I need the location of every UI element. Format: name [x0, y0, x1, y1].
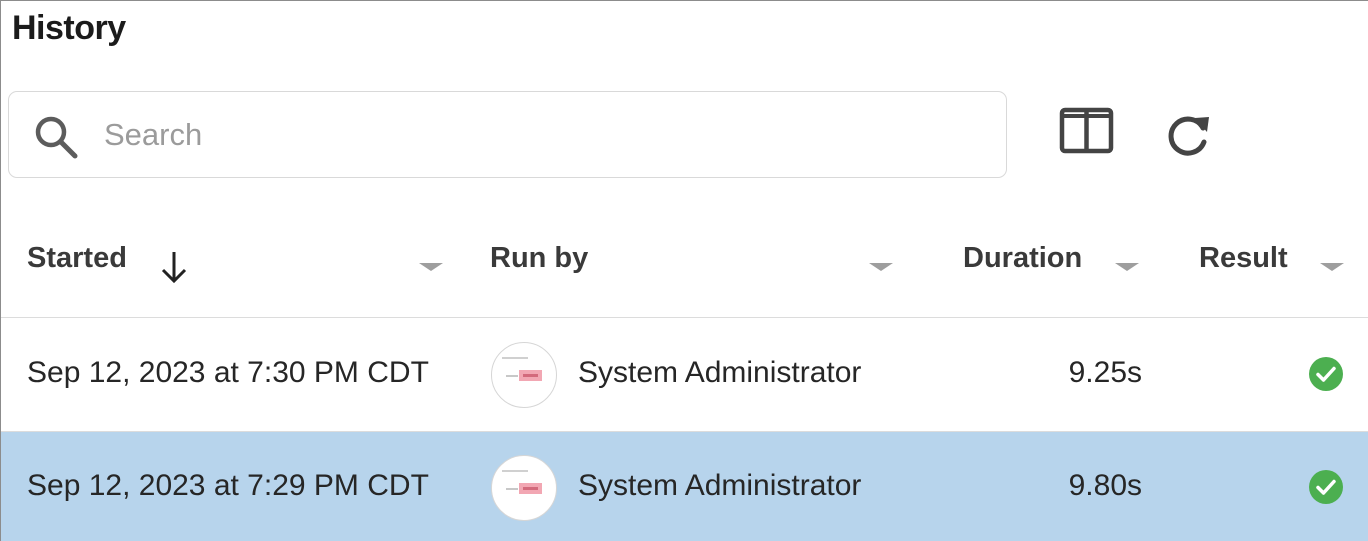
- history-panel: History Started Run by Duration R: [0, 0, 1368, 541]
- refresh-button[interactable]: [1159, 107, 1217, 163]
- avatar: [491, 455, 557, 521]
- sort-descending-icon[interactable]: [159, 249, 189, 285]
- search-box[interactable]: [8, 91, 1007, 178]
- columns-icon: [1059, 107, 1114, 154]
- column-header-run-by[interactable]: Run by: [490, 242, 588, 275]
- run-by-cell: System Administrator: [578, 356, 862, 389]
- search-icon: [35, 116, 78, 159]
- page-title: History: [12, 9, 126, 47]
- started-cell: Sep 12, 2023 at 7:29 PM CDT: [27, 469, 429, 502]
- chevron-down-icon[interactable]: [419, 263, 443, 271]
- duration-cell: 9.25s: [1068, 356, 1142, 389]
- table-row[interactable]: Sep 12, 2023 at 7:30 PM CDT System Admin…: [1, 319, 1368, 432]
- run-by-cell: System Administrator: [578, 469, 862, 502]
- chevron-down-icon[interactable]: [869, 263, 893, 271]
- refresh-icon: [1168, 116, 1209, 156]
- columns-button[interactable]: [1057, 106, 1117, 156]
- duration-cell: 9.80s: [1068, 469, 1142, 502]
- chevron-down-icon[interactable]: [1115, 263, 1139, 271]
- avatar: [491, 342, 557, 408]
- column-header-duration[interactable]: Duration: [963, 242, 1082, 275]
- success-check-icon: [1309, 357, 1343, 391]
- started-cell: Sep 12, 2023 at 7:30 PM CDT: [27, 356, 429, 389]
- success-check-icon: [1309, 470, 1343, 504]
- column-header-started[interactable]: Started: [27, 242, 127, 275]
- column-header-result[interactable]: Result: [1199, 242, 1288, 275]
- table-row[interactable]: Sep 12, 2023 at 7:29 PM CDT System Admin…: [1, 432, 1368, 541]
- chevron-down-icon[interactable]: [1320, 263, 1344, 271]
- search-input[interactable]: [104, 110, 964, 160]
- table-header: Started Run by Duration Result: [1, 201, 1368, 318]
